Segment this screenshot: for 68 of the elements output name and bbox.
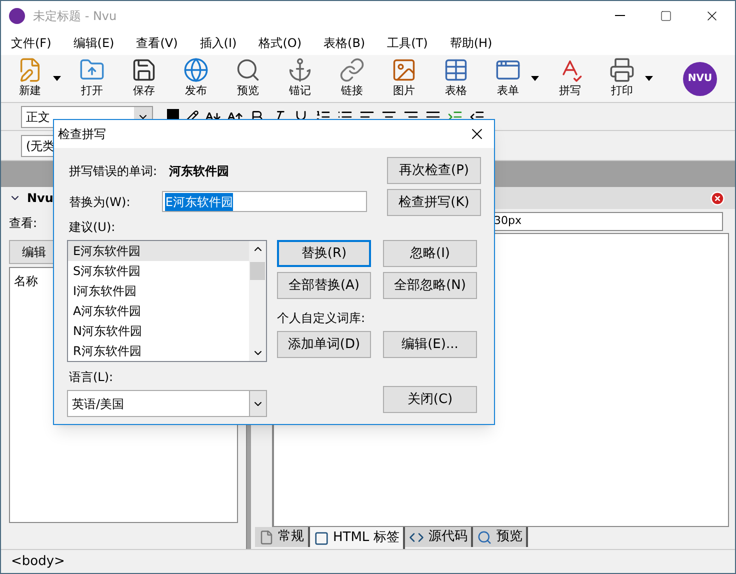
add-word-button[interactable]: 添加单词(D) (277, 331, 371, 358)
language-label: 语言(L): (68, 369, 114, 386)
toolbar-button[interactable]: 预览 (227, 57, 269, 100)
replace-all-button[interactable]: 全部替换(A) (277, 272, 371, 299)
page-icon (259, 530, 274, 544)
ignore-button[interactable]: 忽略(I) (383, 240, 477, 267)
toolbar-button[interactable]: 保存 (123, 57, 165, 100)
logo-badge: NVU (683, 62, 717, 96)
suggestions-label: 建议(U): (69, 220, 116, 234)
image-icon (391, 57, 417, 84)
toolbar-button[interactable]: 打开 (71, 57, 113, 100)
menu-item[interactable]: 插入(I) (200, 34, 237, 52)
scrollbar[interactable] (249, 241, 266, 361)
anchor-icon (287, 57, 313, 84)
view-tab[interactable]: 常规 (255, 527, 310, 547)
menu-item[interactable]: 帮助(H) (450, 34, 492, 52)
recheck-button[interactable]: 再次检查(P) (387, 157, 481, 184)
window-title: 未定标题 - Nvu (33, 8, 117, 24)
toolbar-button[interactable]: 链接 (331, 57, 373, 100)
app-logo-icon (9, 8, 25, 24)
toolbar-button[interactable]: 打印 (601, 57, 643, 100)
search-icon (477, 530, 492, 544)
replace-field[interactable]: E河东软件园 (162, 191, 367, 212)
panel-title: Nvu (27, 190, 54, 207)
close-tab-icon[interactable] (710, 190, 725, 206)
language-dropdown[interactable]: 英语/美国 (67, 390, 267, 417)
view-tab[interactable]: 源代码 (405, 527, 474, 547)
toolbar-button[interactable]: 拼写 (549, 57, 591, 100)
table-icon (443, 57, 469, 84)
toolbar-button[interactable]: 锚记 (279, 57, 321, 100)
dropdown-caret-icon[interactable] (645, 76, 653, 81)
dialog-title: 检查拼写 (58, 126, 106, 143)
scroll-thumb[interactable] (250, 262, 265, 280)
toolbar-button[interactable]: 新建 (9, 57, 51, 100)
column-header: 名称 (14, 274, 38, 288)
view-tab[interactable]: HTML 标签 (310, 527, 406, 549)
suggestion-item[interactable]: E河东软件园 (68, 241, 249, 261)
close-dialog-button[interactable]: 关闭(C) (383, 386, 477, 413)
dropdown-caret-icon[interactable] (531, 76, 539, 81)
toolbar-button[interactable]: 发布 (175, 57, 217, 100)
toolbar-button[interactable]: 表单 (487, 57, 529, 100)
chain-link-icon (339, 57, 365, 84)
edit-button[interactable]: 编辑(E)... (383, 331, 477, 358)
globe-icon (183, 57, 209, 84)
view-tab[interactable]: 预览 (473, 527, 528, 547)
printer-icon (609, 57, 635, 84)
menu-item[interactable]: 工具(T) (387, 34, 428, 52)
magnifier-icon (235, 57, 261, 84)
toolbar-button[interactable]: 图片 (383, 57, 425, 100)
dictionary-label: 个人自定义词库: (277, 310, 366, 327)
status-text: <body> (11, 552, 65, 571)
menu-item[interactable]: 查看(V) (136, 34, 178, 52)
ignore-all-button[interactable]: 全部忽略(N) (383, 272, 477, 299)
menu-item[interactable]: 编辑(E) (73, 34, 114, 52)
toolbar-button[interactable]: 表格 (435, 57, 477, 100)
menu-item[interactable]: 文件(F) (11, 34, 52, 52)
replace-label: 替换为(W): (69, 194, 132, 210)
menu-item[interactable]: 表格(B) (324, 34, 366, 52)
dropdown-caret-icon[interactable] (53, 76, 61, 81)
replace-button[interactable]: 替换(R) (277, 240, 371, 267)
misspelled-word: 河东软件园 (169, 162, 230, 180)
maximize-icon (660, 10, 672, 22)
menu-item[interactable]: 格式(O) (258, 34, 302, 52)
misspelled-label: 拼写错误的单词: (69, 162, 158, 180)
minimize-icon (615, 15, 625, 16)
view-label: 查看: (9, 215, 38, 232)
suggestions-list[interactable]: E河东软件园 S河东软件园 I河东软件园 A河东软件园 N河东软件园 R河东软件园 (67, 240, 267, 362)
check-spelling-button[interactable]: 检查拼写(K) (387, 189, 481, 216)
